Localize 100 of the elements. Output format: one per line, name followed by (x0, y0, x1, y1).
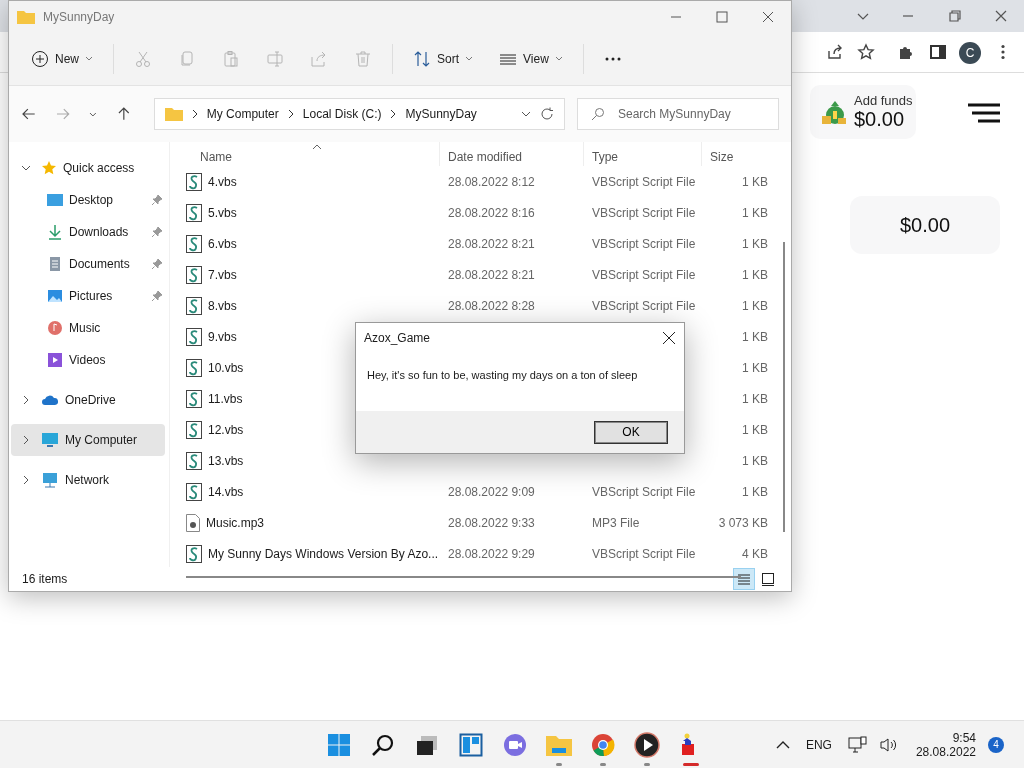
file-name[interactable]: 6.vbs (208, 236, 237, 251)
clock-time[interactable]: 9:54 (952, 730, 976, 745)
side-panel-icon[interactable] (929, 43, 947, 61)
audio-file-icon (186, 513, 200, 532)
date-modified: 28.08.2022 9:29 (448, 546, 535, 561)
chevron-up-icon[interactable] (775, 739, 790, 750)
nav-item[interactable]: Quick access (11, 152, 165, 184)
profile-avatar[interactable]: C (959, 42, 981, 64)
file-name[interactable]: 11.vbs (208, 391, 243, 406)
search-icon[interactable] (371, 732, 395, 757)
file-size: 1 KB (742, 236, 768, 251)
file-name[interactable]: 12.vbs (208, 422, 244, 437)
file-size: 4 KB (742, 546, 768, 561)
script-file-icon (186, 358, 202, 377)
chevron-down-icon[interactable] (520, 109, 532, 119)
file-name[interactable]: 7.vbs (208, 267, 237, 282)
folder-icon[interactable] (546, 733, 572, 756)
close-icon[interactable] (761, 10, 775, 24)
widgets-icon[interactable] (459, 732, 483, 757)
add-funds-card[interactable]: Add funds $0.00 (810, 85, 916, 139)
nav-item[interactable]: Music (11, 312, 165, 344)
script-file-icon (186, 234, 202, 253)
chevron-right-icon[interactable] (21, 435, 31, 445)
column-header[interactable]: Type (584, 142, 702, 166)
network-icon (41, 472, 59, 488)
breadcrumb[interactable]: My Computer (206, 107, 279, 121)
clock-date[interactable]: 28.08.2022 (915, 744, 976, 759)
nav-item[interactable]: Downloads (11, 216, 165, 248)
running-indicator (556, 762, 562, 766)
column-header[interactable]: Name (170, 142, 440, 166)
chevron-right-icon[interactable] (21, 395, 31, 405)
nav-item[interactable]: Documents (11, 248, 165, 280)
chevron-right-icon (190, 109, 199, 119)
desktop-icon (47, 193, 63, 207)
file-size: 3 073 KB (718, 515, 768, 530)
plus-circle-icon (31, 50, 49, 68)
browser-icon[interactable] (591, 732, 615, 757)
details-list-icon (737, 572, 751, 586)
file-size: 1 KB (742, 360, 768, 375)
new-button[interactable]: New (21, 42, 103, 76)
star-icon (41, 160, 57, 176)
search-field[interactable]: Search MySunnyDay (577, 98, 779, 130)
script-file-icon (186, 296, 202, 315)
running-indicator (600, 762, 606, 766)
nav-item[interactable]: Desktop (11, 184, 165, 216)
menu-icon[interactable] (968, 102, 1000, 124)
ok-button[interactable]: OK (594, 420, 668, 444)
file-name[interactable]: 9.vbs (208, 329, 237, 344)
file-type: VBScript Script File (592, 298, 696, 313)
file-name[interactable]: 4.vbs (208, 174, 237, 189)
network-icon[interactable] (847, 735, 868, 754)
volume-icon[interactable] (879, 736, 898, 753)
folder-icon (17, 10, 35, 24)
script-file-icon (186, 327, 202, 346)
up-arrow-icon[interactable] (116, 106, 132, 122)
chevron-down-icon[interactable] (21, 163, 31, 173)
view-button[interactable]: View (489, 42, 573, 76)
file-name[interactable]: Music.mp3 (206, 515, 264, 530)
nav-item[interactable]: OneDrive (11, 384, 165, 416)
back-icon[interactable] (21, 106, 37, 122)
file-name[interactable]: My Sunny Days Windows Version By Azo... (208, 546, 439, 561)
copy-icon (178, 50, 196, 68)
breadcrumb[interactable]: MySunnyDay (405, 107, 477, 121)
close-icon[interactable] (662, 331, 676, 345)
file-size: 1 KB (742, 205, 768, 220)
nav-item[interactable]: Videos (11, 344, 165, 376)
star-icon[interactable] (857, 43, 875, 61)
refresh-icon[interactable] (540, 107, 554, 121)
file-name[interactable]: 13.vbs (208, 453, 244, 468)
file-name[interactable]: 8.vbs (208, 298, 237, 313)
running-indicator (644, 762, 650, 766)
notification-badge[interactable]: 4 (988, 736, 1004, 753)
windows-start-icon[interactable] (327, 732, 351, 757)
chevron-right-icon[interactable] (21, 475, 31, 485)
document-icon (47, 256, 63, 272)
video-chat-icon[interactable] (503, 732, 527, 757)
nav-item[interactable]: Pictures (11, 280, 165, 312)
chevron-right-icon (389, 109, 398, 119)
nav-item[interactable]: My Computer (11, 424, 165, 456)
script-file-icon (186, 265, 202, 284)
address-bar[interactable]: My Computer Local Disk (C:) MySunnyDay (153, 98, 565, 130)
add-funds-label: Add funds (854, 93, 913, 108)
restore-icon[interactable] (947, 8, 963, 24)
dialog-message: Hey, it's so fun to be, wasting my days on a ton of sleep (366, 368, 639, 383)
running-indicator (683, 762, 699, 766)
column-header[interactable]: Date modified (440, 142, 584, 166)
share-icon[interactable] (826, 43, 844, 61)
file-size: 1 KB (742, 174, 768, 189)
play-icon[interactable] (634, 731, 660, 758)
file-name[interactable]: 5.vbs (208, 205, 237, 220)
column-header[interactable]: Size (702, 142, 768, 166)
nav-item[interactable]: Network (11, 464, 165, 496)
breadcrumb[interactable]: Local Disk (C:) (302, 107, 382, 121)
language-indicator[interactable]: ENG (805, 737, 832, 752)
folder-icon (164, 107, 183, 121)
sort-button[interactable]: Sort (403, 42, 484, 76)
music-note-icon (47, 320, 63, 336)
file-size: 1 KB (742, 329, 768, 344)
file-name[interactable]: 14.vbs (208, 484, 244, 499)
file-name[interactable]: 10.vbs (208, 360, 244, 375)
